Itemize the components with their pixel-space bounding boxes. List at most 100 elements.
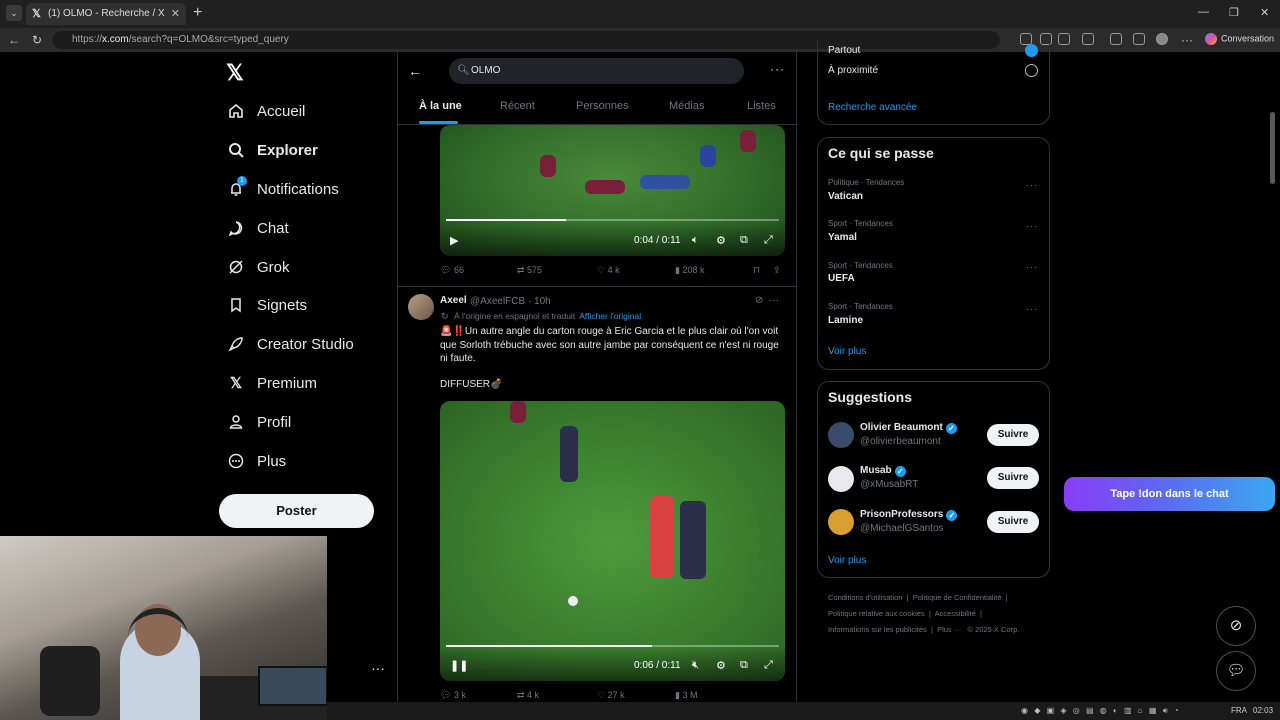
nav-item-signets[interactable]: Signets: [228, 293, 307, 317]
trend-lamine[interactable]: Lamine: [828, 315, 863, 326]
tweet-author-handle[interactable]: @AxeelFCB · 10h: [470, 296, 551, 307]
settings-gear-icon[interactable]: ⚙: [716, 234, 726, 247]
volume-icon[interactable]: 🔈︎: [692, 234, 699, 247]
nav-item-chat[interactable]: Chat: [228, 216, 289, 240]
back-arrow-icon[interactable]: ←: [408, 63, 422, 79]
share-icon[interactable]: ⇪: [773, 265, 781, 276]
video-player-1[interactable]: ▶ 0:04 / 0:11 🔈︎ ⚙ ⧉ ⤢: [440, 125, 785, 256]
tab-a-la-une[interactable]: À la une: [419, 100, 462, 112]
page-scrollbar[interactable]: [1270, 112, 1275, 184]
window-close-icon[interactable]: ✕: [1260, 6, 1269, 19]
pause-icon[interactable]: ❚❚: [450, 659, 468, 672]
tab-recent[interactable]: Récent: [500, 100, 535, 112]
terms-link[interactable]: Conditions d'utilisation: [828, 593, 902, 602]
trend-more-icon[interactable]: ···: [1026, 221, 1038, 231]
avatar[interactable]: [828, 422, 854, 448]
video-player-2[interactable]: ❚❚ 0:06 / 0:11 🔇︎ ⚙ ⧉ ⤢: [440, 401, 785, 681]
favorites-icon[interactable]: [1133, 33, 1145, 45]
avatar[interactable]: [828, 466, 854, 492]
nav-item-premium[interactable]: 𝕏 Premium: [228, 371, 317, 395]
nav-item-notifications[interactable]: 1 Notifications: [228, 176, 339, 201]
nav-item-plus[interactable]: Plus: [228, 449, 286, 473]
suggestions-see-more-link[interactable]: Voir plus: [828, 555, 866, 566]
search-input[interactable]: 🔍︎ OLMO: [449, 58, 744, 84]
grok-fab-icon[interactable]: ⊘: [1216, 606, 1256, 646]
location-nearby-radio[interactable]: [1025, 64, 1038, 77]
nav-item-explorer[interactable]: Explorer: [228, 138, 318, 162]
minimize-icon[interactable]: —: [1198, 6, 1209, 18]
nav-item-grok[interactable]: Grok: [228, 255, 290, 279]
location-anywhere-radio[interactable]: [1025, 44, 1038, 57]
show-original-link[interactable]: Afficher l'original: [579, 311, 641, 321]
ads-info-link[interactable]: Informations sur les publicités: [828, 625, 927, 634]
browser-tab[interactable]: 𝕏 (1) OLMO - Recherche / X ✕: [26, 3, 186, 25]
footer-more-link[interactable]: Plus ···: [937, 625, 961, 634]
clock[interactable]: 02:03: [1253, 706, 1273, 715]
nav-item-profil[interactable]: Profil: [228, 410, 291, 434]
back-icon[interactable]: ←: [8, 33, 20, 47]
follow-button[interactable]: Suivre: [987, 467, 1039, 489]
system-tray-icons[interactable]: ◉ ◆ ▣ ◈ ◎ ▤ ◍ ◐ ▥ ⌂ ▦ 🔊︎ ◔: [1021, 706, 1181, 716]
advanced-search-link[interactable]: Recherche avancée: [828, 102, 917, 113]
mute-icon[interactable]: 🔇︎: [692, 659, 699, 672]
more-icon[interactable]: ···: [769, 295, 779, 306]
reply-action-2[interactable]: 💬︎ 3 k: [440, 690, 466, 701]
accessibility-link[interactable]: Accessibilité: [935, 609, 976, 618]
new-tab-icon[interactable]: +: [193, 4, 202, 22]
tweet-menu[interactable]: ⊘ ···: [755, 295, 779, 306]
x-logo[interactable]: 𝕏: [226, 60, 244, 86]
avatar[interactable]: [828, 509, 854, 535]
repost-action-2[interactable]: ⇄ 4 k: [517, 690, 539, 701]
views-action-1[interactable]: ▮ 208 k: [675, 265, 704, 276]
privacy-link[interactable]: Politique de Confidentialité: [913, 593, 1002, 602]
fullscreen-icon[interactable]: ⤢: [764, 659, 773, 672]
chat-fab-icon[interactable]: 💬︎: [1216, 651, 1256, 691]
like-action-1[interactable]: ♡ 4 k: [597, 265, 620, 276]
bookmark-icon[interactable]: ⊓: [753, 265, 760, 276]
follow-button[interactable]: Suivre: [987, 511, 1039, 533]
like-action-2[interactable]: ♡ 27 k: [597, 690, 625, 701]
repost-action-1[interactable]: ⇄ 575: [517, 265, 542, 276]
suggestion-name[interactable]: Olivier Beaumont ✓: [860, 422, 957, 434]
settings-gear-icon[interactable]: ⚙: [716, 659, 726, 672]
fullscreen-icon[interactable]: ⤢: [764, 234, 773, 247]
nav-item-accueil[interactable]: Accueil: [228, 99, 305, 123]
trend-more-icon[interactable]: ···: [1026, 262, 1038, 272]
favorite-star-icon[interactable]: [1058, 33, 1070, 45]
video-progress-bar-1[interactable]: [446, 219, 779, 221]
input-language[interactable]: FRA: [1231, 706, 1247, 715]
trends-see-more-link[interactable]: Voir plus: [828, 346, 866, 357]
tweet-author-name[interactable]: Axeel: [440, 295, 467, 306]
close-tab-icon[interactable]: ✕: [171, 3, 180, 25]
trend-more-icon[interactable]: ···: [1026, 180, 1038, 190]
trend-uefa[interactable]: UEFA: [828, 273, 855, 284]
copilot-conversation-button[interactable]: Conversation: [1205, 33, 1274, 45]
maximize-icon[interactable]: ❐: [1229, 6, 1239, 19]
grok-icon[interactable]: ⊘: [755, 295, 763, 306]
reply-action-1[interactable]: 💬︎ 66: [440, 265, 464, 276]
reload-icon[interactable]: ↻: [32, 33, 42, 47]
split-screen-icon[interactable]: [1110, 33, 1122, 45]
profile-avatar-icon[interactable]: [1156, 33, 1168, 45]
trend-yamal[interactable]: Yamal: [828, 232, 857, 243]
suggestion-name[interactable]: Musab ✓: [860, 465, 906, 477]
extensions-icon[interactable]: [1082, 33, 1094, 45]
tab-listes[interactable]: Listes: [747, 100, 776, 112]
avatar[interactable]: [408, 294, 434, 320]
video-progress-bar-2[interactable]: [446, 645, 779, 647]
post-button[interactable]: Poster: [219, 494, 374, 528]
tab-list-chevron-icon[interactable]: ⌄: [6, 5, 22, 21]
search-more-icon[interactable]: ···: [770, 62, 785, 76]
browser-menu-icon[interactable]: ···: [1181, 33, 1193, 47]
cookies-link[interactable]: Politique relative aux cookies: [828, 609, 925, 618]
picture-in-picture-icon[interactable]: ⧉: [740, 234, 748, 247]
picture-in-picture-icon[interactable]: ⧉: [740, 659, 748, 672]
tab-medias[interactable]: Médias: [669, 100, 704, 112]
suggestion-name[interactable]: PrisonProfessors ✓: [860, 509, 958, 521]
nav-item-creator-studio[interactable]: Creator Studio: [228, 332, 354, 356]
play-icon[interactable]: ▶: [450, 234, 458, 247]
views-action-2[interactable]: ▮ 3 M: [675, 690, 697, 701]
follow-button[interactable]: Suivre: [987, 424, 1039, 446]
tab-personnes[interactable]: Personnes: [576, 100, 629, 112]
trend-more-icon[interactable]: ···: [1026, 304, 1038, 314]
